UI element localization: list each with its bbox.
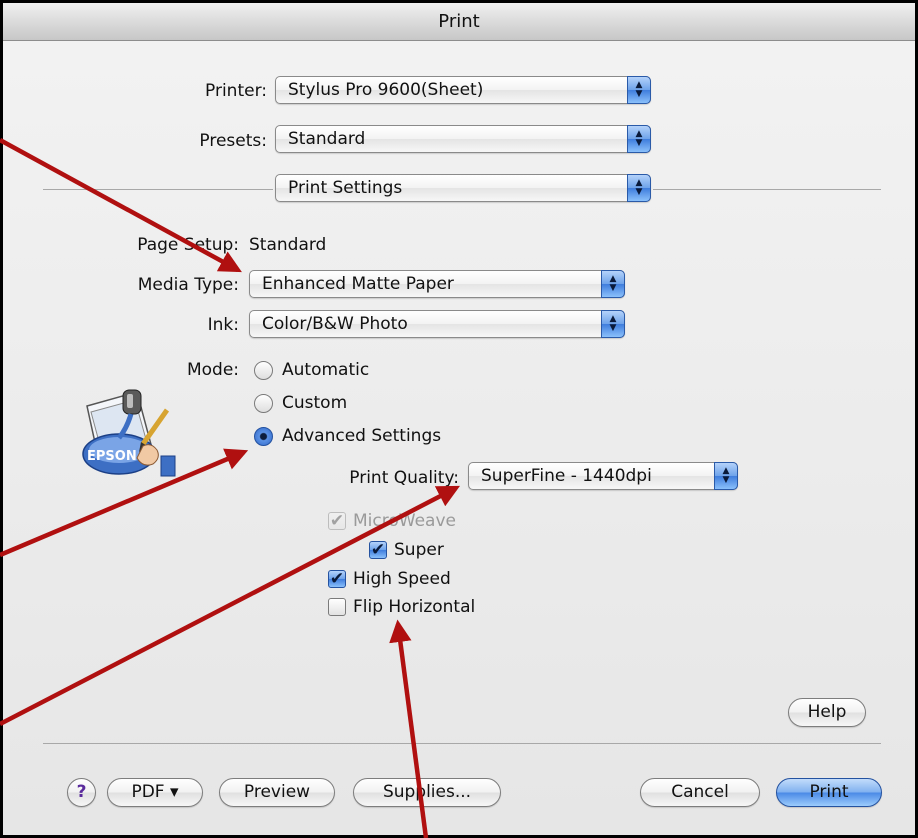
panel-separator-left [43,189,273,190]
print-quality-value: SuperFine - 1440dpi [481,466,652,486]
panel-separator-right [653,189,881,190]
popup-arrows-icon: ▲ ▼ [714,462,738,490]
dialog-content: Printer: Stylus Pro 9600(Sheet) ▲ ▼ Prese… [3,41,915,835]
cancel-button[interactable]: Cancel [640,778,760,807]
ink-value: Color/B&W Photo [262,314,408,334]
popup-arrows-icon: ▲ ▼ [627,174,651,202]
question-help-button[interactable]: ? [67,778,96,807]
printer-popup[interactable]: Stylus Pro 9600(Sheet) ▲ ▼ [275,76,651,104]
epson-printer-driver-icon: EPSON [82,389,176,477]
preview-button[interactable]: Preview [219,778,335,807]
popup-arrows-icon: ▲ ▼ [627,125,651,153]
mode-option-advanced[interactable]: Advanced Settings [282,426,441,446]
mode-radio-automatic[interactable] [254,361,273,380]
microweave-checkbox[interactable]: ✔ [328,512,346,530]
high-speed-checkbox[interactable]: ✔ [328,570,346,588]
popup-arrows-icon: ▲ ▼ [627,76,651,104]
popup-arrows-icon: ▲ ▼ [601,310,625,338]
mode-option-custom[interactable]: Custom [282,393,347,413]
ink-label: Ink: [207,315,239,335]
pdf-button[interactable]: PDF ▾ [107,778,203,807]
super-checkbox[interactable]: ✔ [369,541,387,559]
panel-popup[interactable]: Print Settings ▲ ▼ [275,174,651,202]
ink-popup[interactable]: Color/B&W Photo ▲ ▼ [249,310,625,338]
mode-label: Mode: [186,360,239,380]
page-setup-label: Page Setup: [137,235,239,255]
help-button[interactable]: Help [788,698,866,727]
popup-arrows-icon: ▲ ▼ [601,270,625,298]
media-type-label: Media Type: [137,275,239,295]
super-label: Super [394,540,444,560]
print-quality-label: Print Quality: [349,468,459,488]
supplies-button[interactable]: Supplies... [353,778,501,807]
page-setup-value: Standard [249,235,327,255]
presets-value: Standard [288,129,366,149]
flip-horizontal-label: Flip Horizontal [353,597,476,617]
mode-option-automatic[interactable]: Automatic [282,360,369,380]
window-title: Print [3,3,915,41]
bottom-separator [43,743,881,744]
flip-horizontal-checkbox[interactable] [328,598,346,616]
mode-radio-advanced[interactable] [254,427,273,446]
high-speed-label: High Speed [353,569,451,589]
print-dialog: Print Printer: Stylus Pro 9600(Sheet) ▲ ▼… [0,0,918,838]
media-type-value: Enhanced Matte Paper [262,274,454,294]
mode-radio-custom[interactable] [254,394,273,413]
epson-logo-text: EPSON [87,449,137,464]
printer-value: Stylus Pro 9600(Sheet) [288,80,484,100]
print-quality-popup[interactable]: SuperFine - 1440dpi ▲ ▼ [468,462,738,490]
presets-label: Presets: [199,131,267,151]
media-type-popup[interactable]: Enhanced Matte Paper ▲ ▼ [249,270,625,298]
printer-label: Printer: [205,81,267,101]
panel-value: Print Settings [288,178,403,198]
microweave-label: MicroWeave [353,511,456,531]
presets-popup[interactable]: Standard ▲ ▼ [275,125,651,153]
print-button[interactable]: Print [776,778,882,807]
